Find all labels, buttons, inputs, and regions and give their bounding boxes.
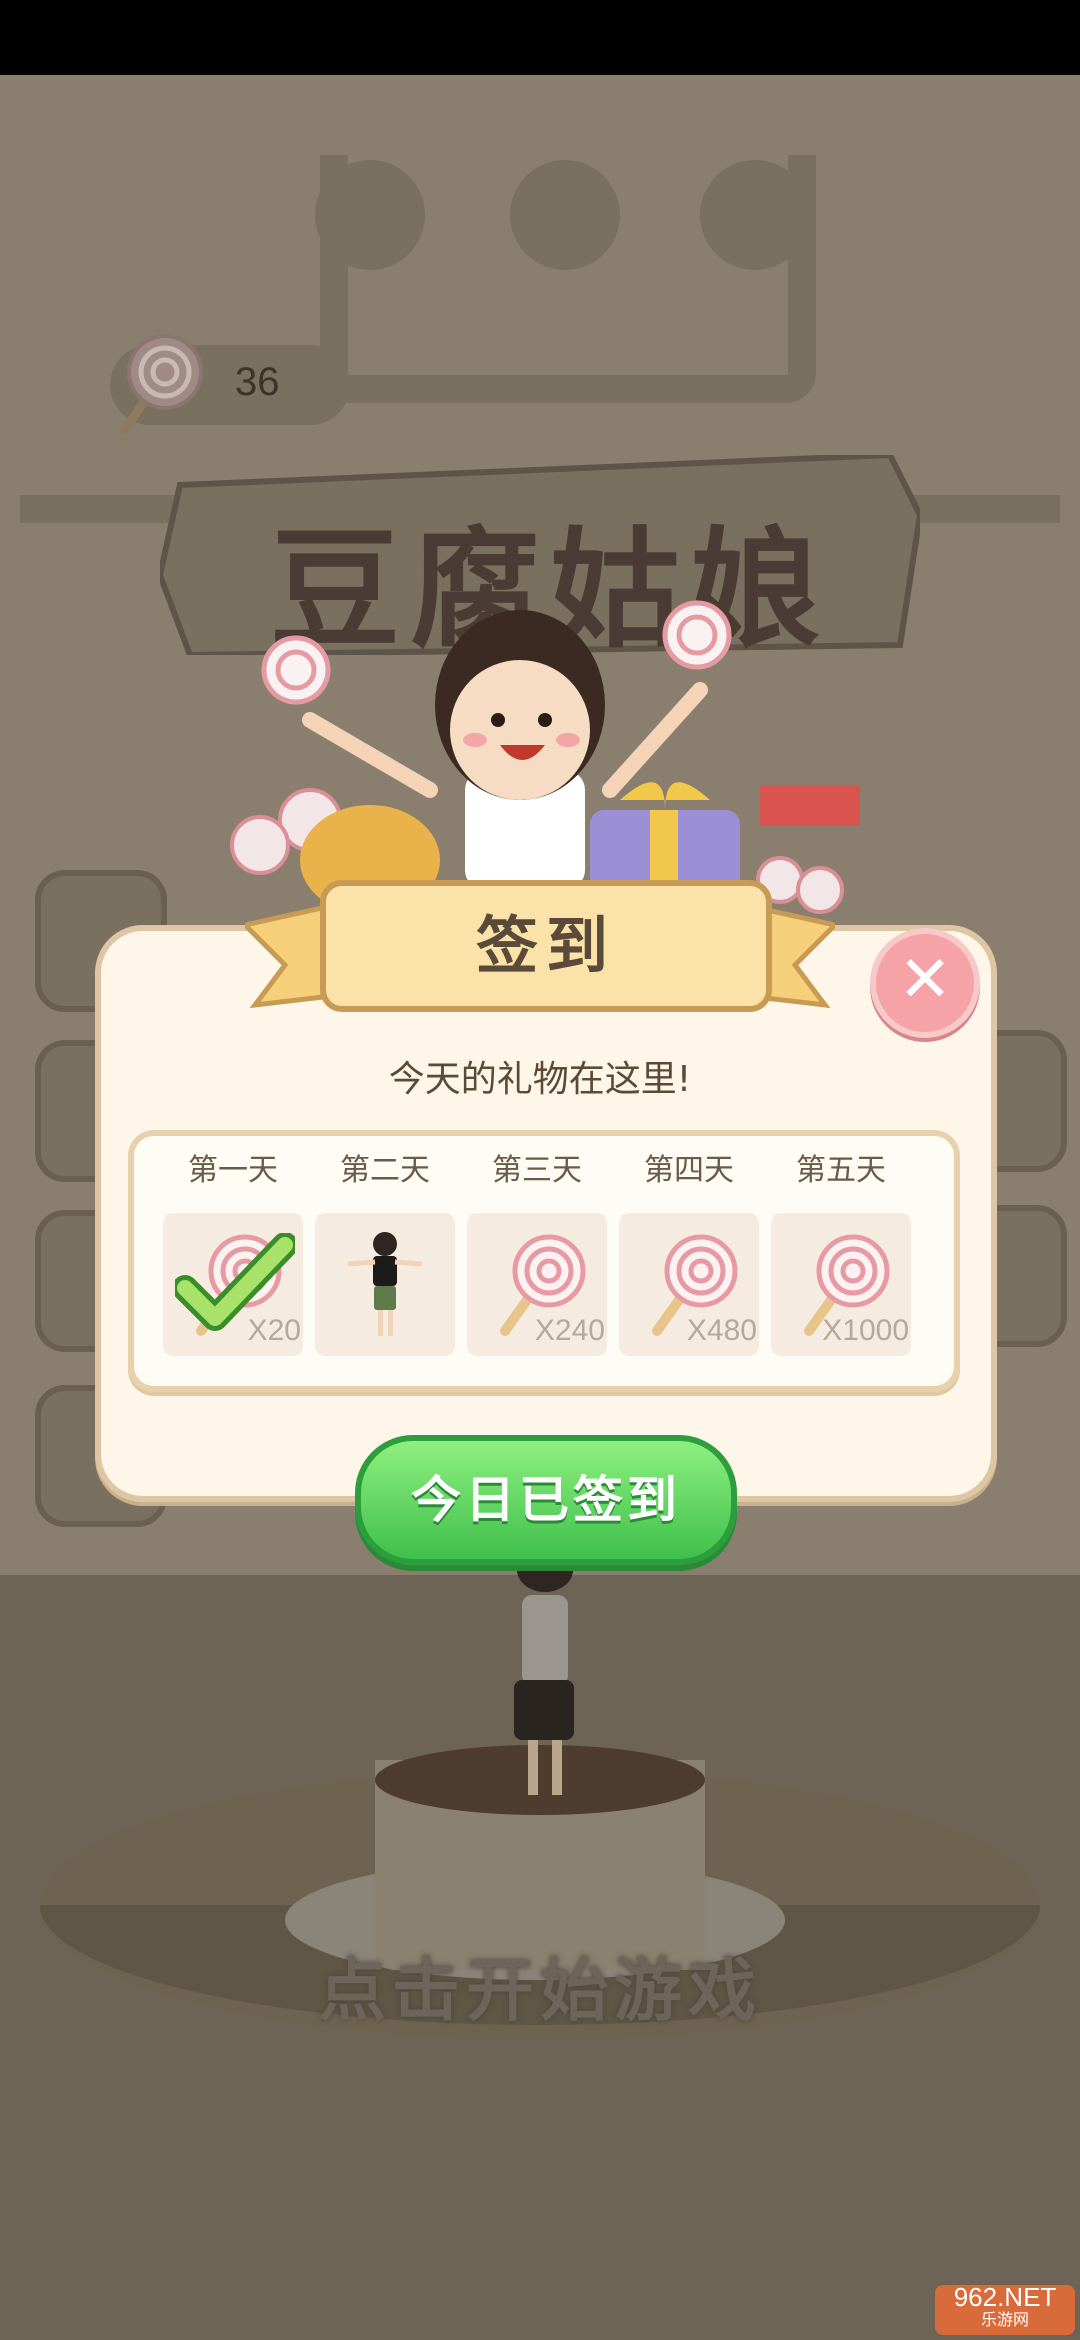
checked-in-button[interactable]: 今日已签到 [355, 1435, 737, 1565]
watermark-line1: 962.NET [953, 2282, 1057, 2312]
checked-in-label: 今日已签到 [411, 1471, 681, 1529]
reward-tile-day3[interactable]: X240 [467, 1213, 607, 1356]
chandelier-bulb [315, 160, 425, 270]
dialog-title: 签到 [475, 909, 616, 982]
reward-count: X480 [686, 1314, 757, 1347]
standing-character [514, 1548, 574, 1795]
day-label: 第四天 [644, 1153, 734, 1188]
reward-tile-day5[interactable]: X1000 [771, 1213, 911, 1356]
reward-tile-day2[interactable] [315, 1213, 455, 1356]
outfit-icon [347, 1232, 423, 1336]
reward-count: X1000 [822, 1314, 909, 1347]
status-bar [0, 0, 1080, 75]
day-label: 第五天 [796, 1153, 886, 1188]
chandelier-bulb [700, 160, 810, 270]
watermark-line2: 乐游网 [980, 2312, 1029, 2329]
close-button[interactable]: ✕ [870, 928, 980, 1038]
lollipop-icon [120, 334, 203, 435]
watermark-logo: 962.NET 乐游网 [935, 2282, 1075, 2335]
day-label: 第三天 [492, 1153, 582, 1188]
day-label: 第一天 [188, 1153, 278, 1188]
close-icon: ✕ [898, 943, 952, 1017]
reward-count: X240 [534, 1314, 605, 1347]
dialog-subtitle: 今天的礼物在这里! [388, 1059, 692, 1100]
reward-tile-day1[interactable]: X20 [163, 1213, 303, 1356]
start-game-text[interactable]: 点击开始游戏 [0, 1935, 1080, 2034]
reward-count: X20 [247, 1314, 301, 1347]
chandelier-bulb [510, 160, 620, 270]
candy-count: 36 [235, 360, 280, 404]
reward-tile-day4[interactable]: X480 [619, 1213, 759, 1356]
day-label: 第二天 [340, 1153, 430, 1188]
